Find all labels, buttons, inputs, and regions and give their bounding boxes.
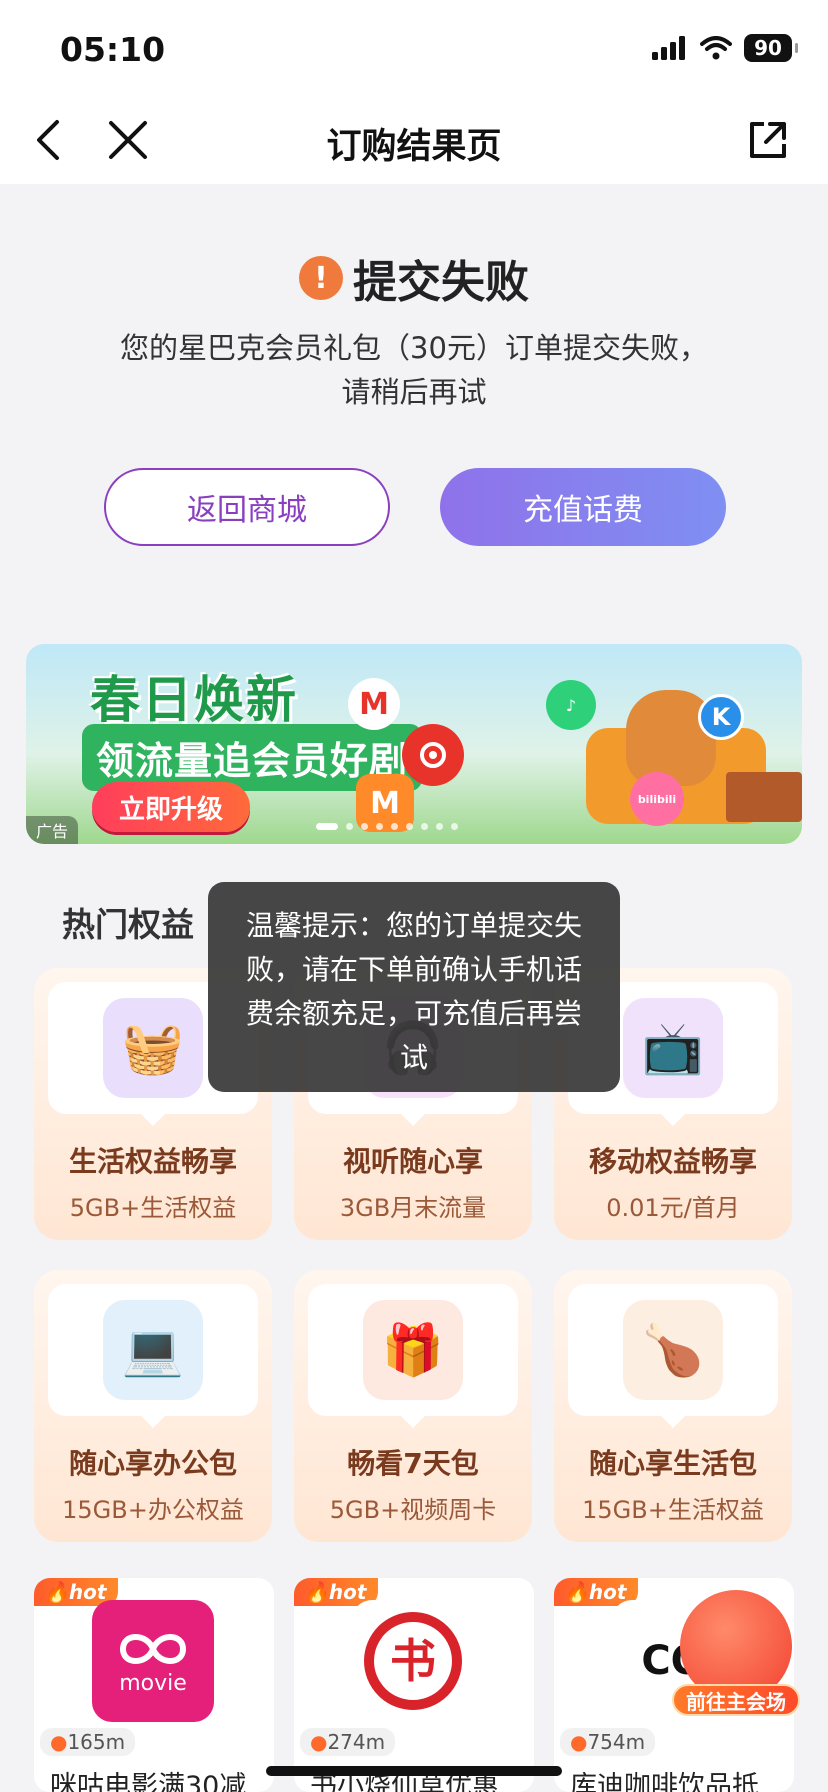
pagination-dot [421,823,428,830]
card-subtitle: 15GB+办公权益 [62,1496,244,1524]
store-card[interactable]: 🔥hot 书 ●274m 书小烧仙草优惠 [294,1578,534,1792]
pagination-dot [376,823,383,830]
pagination-dot [316,823,338,830]
card-subtitle: 5GB+视频周卡 [329,1496,497,1524]
upgrade-now-button[interactable]: 立即升级 [92,782,250,832]
result-heading: ! 提交失败 [0,246,828,310]
store-card[interactable]: 🔥hot movie ●165m 咪咕电影满30减 [34,1578,274,1792]
pagination-dot [391,823,398,830]
card-subtitle: 0.01元/首月 [606,1194,740,1222]
banner-title: 春日焕新 [90,671,298,729]
svg-text:书: 书 [390,1634,436,1688]
pagination-dot [436,823,443,830]
store-name: 咪咕电影满30减 [50,1771,247,1792]
nav-bar: 订购结果页 [0,96,828,184]
toast-message: 温馨提示：您的订单提交失败，请在下单前确认手机话费余额充足，可充值后再尝试 [208,882,620,1092]
benefit-card[interactable]: 🎁 畅看7天包 5GB+视频周卡 [294,1270,532,1542]
main-venue-label: 前往主会场 [672,1684,800,1716]
location-pin-icon: ● [50,1730,68,1754]
result-description: 您的星巴克会员礼包（30元）订单提交失败，请稍后再试 [120,331,708,409]
recharge-button[interactable]: 充值话费 [440,468,726,546]
migu-movie-logo: movie [92,1600,214,1722]
card-title: 随心享办公包 [68,1447,237,1480]
shopping-basket-icon: 🧺 [103,998,203,1098]
status-bar: 05:10 90 [0,0,828,96]
distance-badge: ●165m [40,1728,136,1756]
share-button[interactable] [742,114,794,166]
promo-banner[interactable]: 春日焕新 领流量追会员好剧 立即升级 M M ♪ K bilibili 广告 [26,644,802,844]
benefit-card[interactable]: 💻 随心享办公包 15GB+办公权益 [34,1270,272,1542]
battery-indicator: 90 [744,34,798,62]
benefit-card[interactable]: 🍗 随心享生活包 15GB+生活权益 [554,1270,792,1542]
banner-pagination [316,823,458,830]
tv-icon: 📺 [623,998,723,1098]
bilibili-icon: bilibili [630,772,684,826]
treasure-chest-icon: 🎁 [363,1300,463,1400]
kugou-icon: K [698,694,744,740]
card-title: 视听随心享 [342,1145,483,1178]
shuxiaoshao-logo: 书 [352,1600,474,1722]
card-subtitle: 3GB月末流量 [339,1194,487,1222]
card-subtitle: 15GB+生活权益 [582,1496,764,1524]
card-title: 移动权益畅享 [588,1145,757,1178]
location-pin-icon: ● [570,1730,588,1754]
home-indicator[interactable] [266,1766,562,1776]
office-worker-icon: 💻 [103,1300,203,1400]
page-title: 订购结果页 [326,127,502,167]
card-title: 畅看7天包 [347,1447,479,1480]
back-to-mall-button[interactable]: 返回商城 [104,468,390,546]
qq-music-icon: ♪ [546,680,596,730]
main-venue-float-button[interactable]: 前往主会场 [672,1590,800,1718]
pagination-dot [451,823,458,830]
netease-music-icon [402,724,464,786]
side-table-illustration [726,772,802,822]
store-name: 库迪咖啡饮品抵 [570,1771,759,1792]
distance-badge: ●754m [560,1728,656,1756]
pagination-dot [361,823,368,830]
card-subtitle: 5GB+生活权益 [69,1194,237,1222]
result-title: 提交失败 [353,257,529,308]
section-title: 热门权益 [62,905,194,944]
location-pin-icon: ● [310,1730,328,1754]
share-icon [750,122,786,158]
warning-icon: ! [299,256,343,300]
status-icons: 90 [652,34,798,62]
pagination-dot [346,823,353,830]
app-logo-m-icon: M [348,678,400,730]
pagination-dot [406,823,413,830]
signal-icon [652,36,685,60]
status-time: 05:10 [60,30,166,69]
distance-badge: ●274m [300,1728,396,1756]
wifi-icon [700,36,732,60]
card-title: 生活权益畅享 [68,1145,237,1178]
roast-chicken-icon: 🍗 [623,1300,723,1400]
ad-tag: 广告 [26,816,79,844]
card-title: 随心享生活包 [588,1447,757,1480]
